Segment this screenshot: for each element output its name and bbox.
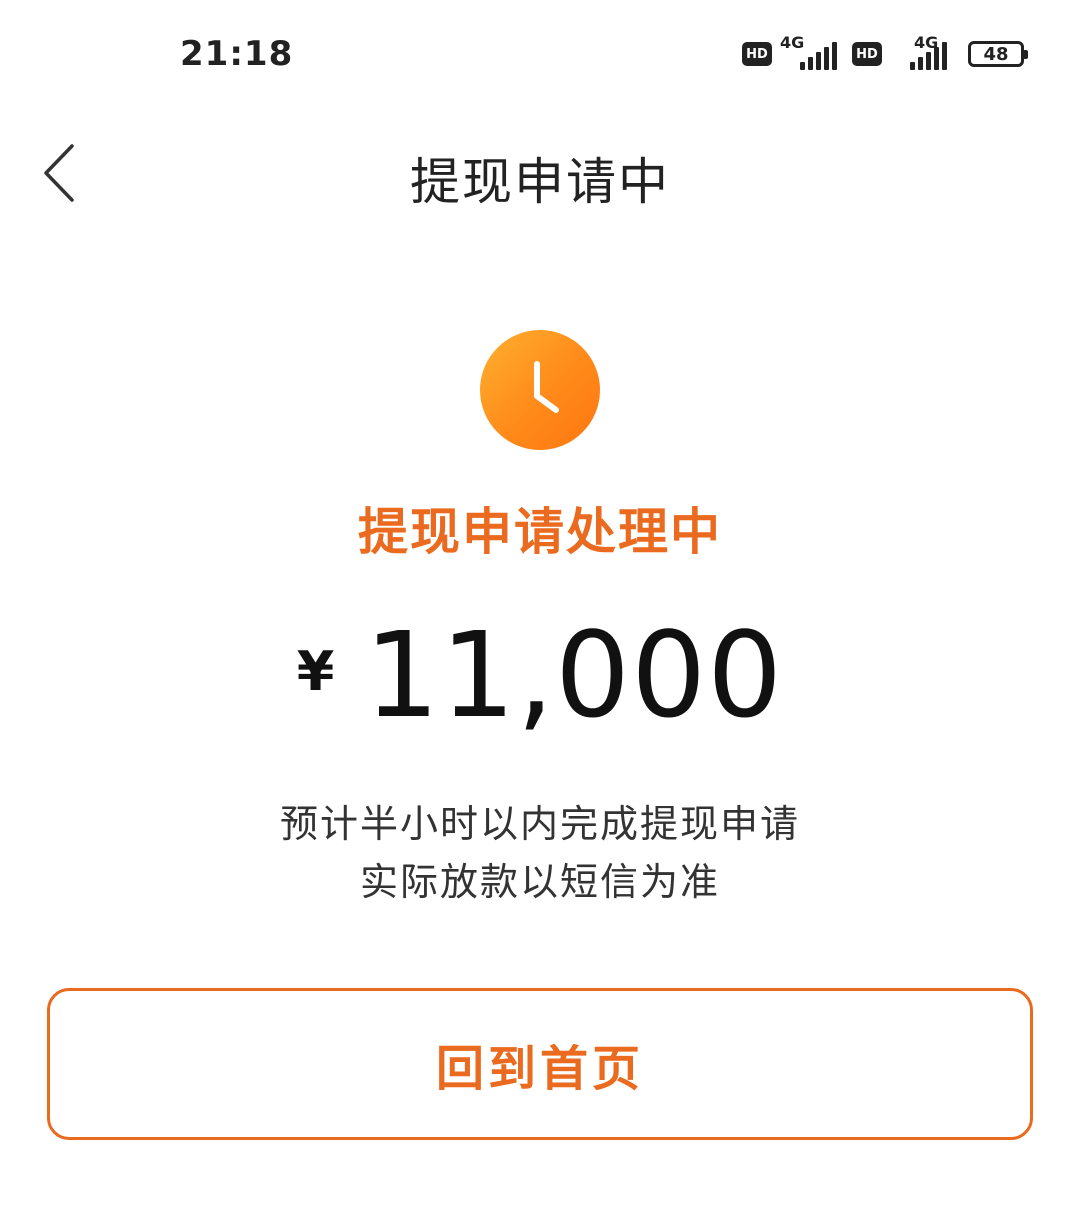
hd-badge-sim1: HD [742, 42, 772, 66]
page-title: 提现申请中 [410, 153, 670, 211]
clock-icon [480, 330, 600, 450]
signal-sim2: 4G [890, 33, 954, 72]
currency-symbol: ¥ [296, 639, 335, 703]
hd-badge-sim2: HD [852, 42, 882, 66]
status-bar: 21:18 HD 4G HD 4G 48 [0, 0, 1080, 110]
notice-text: 实际放款以短信为准 [359, 860, 720, 904]
status-time: 21:18 [180, 34, 294, 74]
nav-bar: 提现申请中 [0, 118, 1080, 230]
amount-display: ¥ 11,000 [0, 606, 1080, 744]
back-to-home-button[interactable]: 回到首页 [47, 988, 1033, 1140]
battery-icon: 48 [968, 41, 1028, 67]
battery-level: 48 [983, 43, 1009, 65]
signal-sim1: 4G [780, 33, 844, 72]
notice-text: 预计半小时以内完成提现申请 [279, 802, 800, 846]
signal-bars-icon [910, 42, 947, 70]
amount-value: 11,000 [364, 606, 784, 744]
signal-bars-icon [800, 42, 837, 70]
status-title: 提现申请处理中 [358, 503, 722, 561]
status-icons: HD 4G HD 4G 48 [742, 33, 1028, 72]
